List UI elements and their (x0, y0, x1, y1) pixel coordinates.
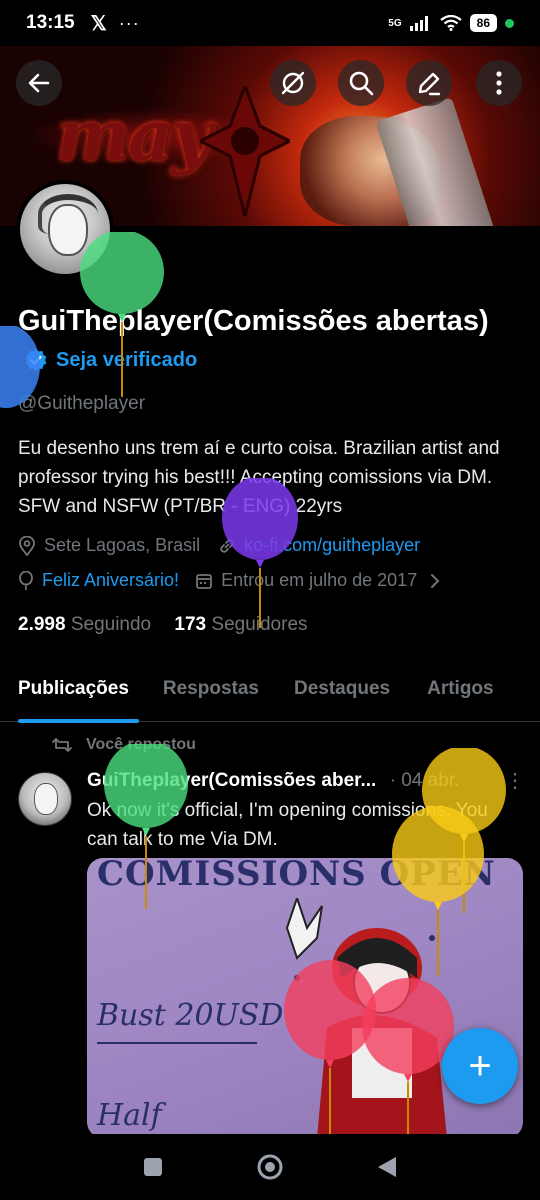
compose-icon: + (468, 1043, 492, 1088)
network-label: 5G (388, 17, 402, 29)
verify-link[interactable]: Seja verificado (24, 341, 197, 379)
more-button[interactable] (476, 60, 522, 106)
joined-date: Entrou em julho de 2017 (221, 570, 418, 590)
repost-icon (52, 738, 72, 752)
repost-label: Você repostou (86, 736, 196, 753)
following-label: Seguindo (70, 614, 152, 635)
tab-artigos[interactable]: Artigos (390, 664, 494, 721)
profile-avatar[interactable] (16, 180, 114, 278)
follow-stats: 2.998 Seguindo 173 Seguidores (18, 614, 308, 636)
hide-button[interactable] (270, 60, 316, 106)
location-icon (18, 535, 36, 556)
tab-destaques[interactable]: Destaques (259, 664, 390, 721)
meta-row-location-link: Sete Lagoas, Brasil ko-fi.com/guitheplay… (18, 535, 420, 556)
birthday-label[interactable]: Feliz Aniversário! (42, 570, 179, 591)
search-button[interactable] (338, 60, 384, 106)
wifi-icon (439, 15, 462, 31)
followers-link[interactable]: 173 Seguidores (174, 614, 307, 635)
repost-indicator: Você repostou (52, 736, 196, 754)
post-more-icon[interactable]: ⋮ (505, 768, 525, 793)
edit-button[interactable] (406, 60, 452, 106)
status-time: 13:15 (26, 12, 75, 33)
followers-label: Seguidores (211, 614, 308, 635)
privacy-dot (505, 18, 514, 28)
media-underline (97, 1042, 257, 1044)
followers-count: 173 (174, 614, 207, 635)
signal-icon (409, 16, 428, 31)
calendar-icon (195, 572, 213, 590)
more-vertical-icon (496, 71, 502, 95)
banner-art-text: may (56, 94, 212, 177)
tab-publicacoes[interactable]: Publicações (0, 664, 139, 723)
edit-icon (418, 72, 441, 96)
meta-row-birthday-joined: Feliz Aniversário! Entrou em julho de 20… (18, 570, 449, 591)
profile-name: GuiTheplayer(Comissões abertas) (18, 305, 489, 337)
chevron-right-icon[interactable] (429, 573, 441, 589)
hide-icon (281, 71, 305, 95)
x-logo-icon: 𝕏 (90, 12, 107, 35)
verified-badge-icon (25, 349, 47, 372)
nav-square-icon[interactable] (142, 1156, 164, 1178)
balloon-icon (18, 570, 34, 591)
tab-respostas[interactable]: Respostas (129, 664, 259, 721)
post-date: · 04 abr. (389, 770, 460, 791)
profile-name-block: GuiTheplayer(Comissões abertas) Seja ver… (18, 302, 518, 379)
media-half-label: Half (97, 1098, 162, 1133)
following-count: 2.998 (18, 614, 66, 635)
link-icon (218, 537, 236, 555)
status-indicators: 5G 86 (388, 14, 514, 32)
search-icon (349, 71, 374, 96)
compose-button[interactable]: + (442, 1028, 518, 1104)
avatar-face (48, 204, 88, 256)
profile-link[interactable]: ko-fi.com/guitheplayer (244, 535, 420, 556)
nav-circle-icon[interactable] (256, 1153, 284, 1181)
banner-cross-emblem (200, 86, 290, 216)
post-header: GuiTheplayer(Comissões aber... · 04 abr. (87, 770, 517, 792)
nav-triangle-icon[interactable] (376, 1155, 398, 1179)
verify-label: Seja verificado (56, 349, 198, 372)
following-link[interactable]: 2.998 Seguindo (18, 614, 151, 635)
media-character-art (285, 898, 447, 1138)
profile-bio: Eu desenho uns trem aí e curto coisa. Br… (18, 438, 500, 517)
profile-handle: @Guitheplayer (18, 393, 146, 414)
profile-tabs: Publicações Respostas Destaques Artigos (0, 664, 540, 723)
media-title: COMISSIONS OPEN (97, 858, 496, 894)
post-author-name[interactable]: GuiTheplayer(Comissões aber... (87, 770, 376, 791)
back-arrow-icon (28, 73, 50, 93)
profile-location: Sete Lagoas, Brasil (44, 535, 201, 555)
back-button[interactable] (16, 60, 62, 106)
post-author-avatar[interactable] (18, 772, 72, 826)
post-text: Ok now it's official, I'm opening comiss… (87, 800, 488, 850)
battery-indicator: 86 (469, 14, 497, 32)
media-bust-label: Bust 20USD (97, 998, 284, 1033)
system-nav-bar (0, 1134, 540, 1200)
notification-more-icon: ··· (118, 12, 140, 33)
status-bar: 13:15 𝕏 ··· 5G 86 (0, 0, 540, 46)
